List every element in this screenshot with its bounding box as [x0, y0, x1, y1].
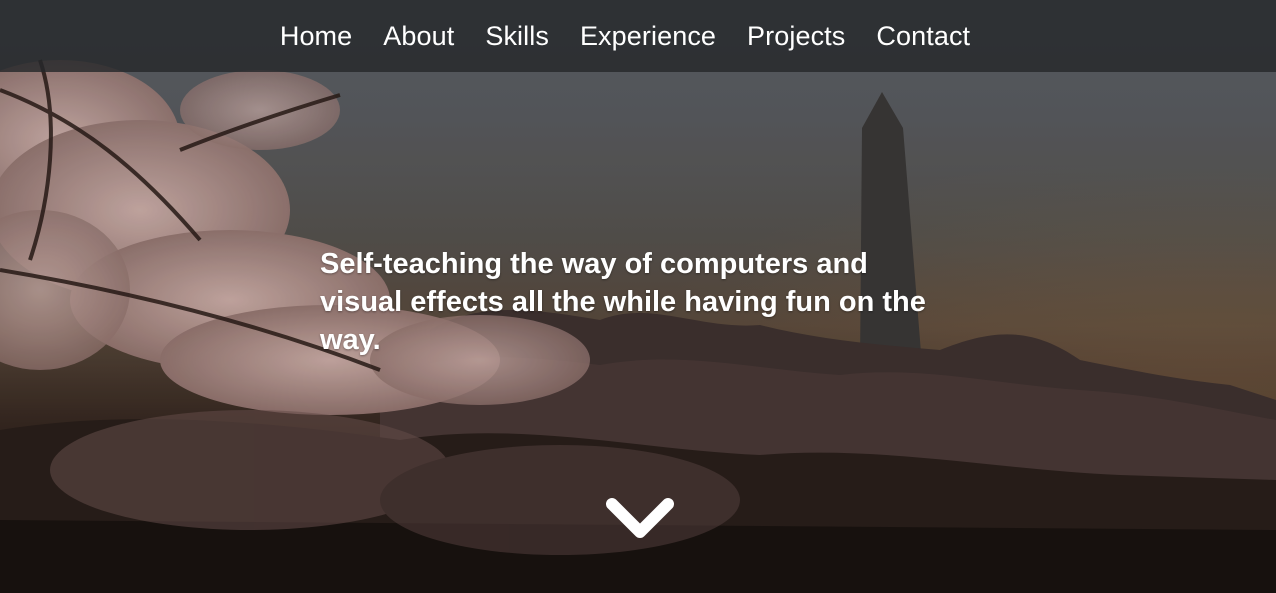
- nav-link-contact[interactable]: Contact: [876, 21, 970, 51]
- nav-link-home[interactable]: Home: [280, 21, 352, 51]
- nav-item-skills: Skills: [485, 21, 549, 52]
- nav-item-experience: Experience: [580, 21, 716, 52]
- nav-link-about[interactable]: About: [383, 21, 454, 51]
- nav-item-about: About: [383, 21, 454, 52]
- nav-item-home: Home: [280, 21, 352, 52]
- nav-item-contact: Contact: [876, 21, 970, 52]
- hero-section: Home About Skills Experience Projects Co…: [0, 0, 1276, 593]
- hero-tagline: Self-teaching the way of computers and v…: [320, 248, 926, 356]
- nav-list: Home About Skills Experience Projects Co…: [280, 21, 970, 52]
- nav-item-projects: Projects: [747, 21, 845, 52]
- top-navbar: Home About Skills Experience Projects Co…: [0, 0, 1276, 72]
- nav-link-skills[interactable]: Skills: [485, 21, 549, 51]
- nav-link-experience[interactable]: Experience: [580, 21, 716, 51]
- nav-link-projects[interactable]: Projects: [747, 21, 845, 51]
- scroll-down-button[interactable]: [604, 494, 676, 544]
- chevron-down-icon: [606, 498, 674, 538]
